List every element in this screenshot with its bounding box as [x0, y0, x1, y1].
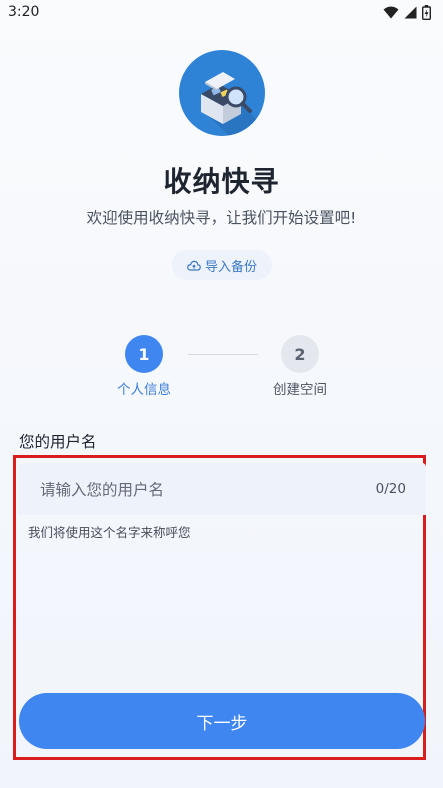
wifi-icon — [383, 6, 399, 19]
username-helper-text: 我们将使用这个名字来称呼您 — [28, 525, 191, 540]
char-counter: 0/20 — [375, 481, 406, 497]
step-2-indicator: 2 — [281, 335, 319, 373]
signal-icon — [404, 6, 417, 19]
status-time: 3:20 — [8, 4, 40, 20]
step-1-label: 个人信息 — [117, 382, 171, 398]
storage-box-search-icon — [201, 72, 265, 136]
status-bar: 3:20 — [0, 0, 443, 26]
battery-icon — [422, 5, 431, 20]
username-input[interactable] — [38, 463, 362, 517]
cloud-icon — [187, 260, 201, 271]
step-2-label: 创建空间 — [273, 382, 327, 398]
status-icons — [383, 5, 431, 20]
next-step-button[interactable]: 下一步 — [19, 693, 425, 749]
app-title: 收纳快寻 — [163, 165, 280, 198]
step-1-indicator: 1 — [125, 335, 163, 373]
username-field-label: 您的用户名 — [19, 433, 97, 451]
step-connector — [188, 354, 258, 355]
import-backup-label: 导入备份 — [204, 259, 257, 275]
import-backup-button[interactable]: 导入备份 — [172, 250, 272, 280]
username-input-wrapper: 0/20 — [18, 463, 426, 517]
welcome-subtitle: 欢迎使用收纳快寻，让我们开始设置吧! — [86, 209, 357, 227]
app-logo — [179, 50, 265, 136]
